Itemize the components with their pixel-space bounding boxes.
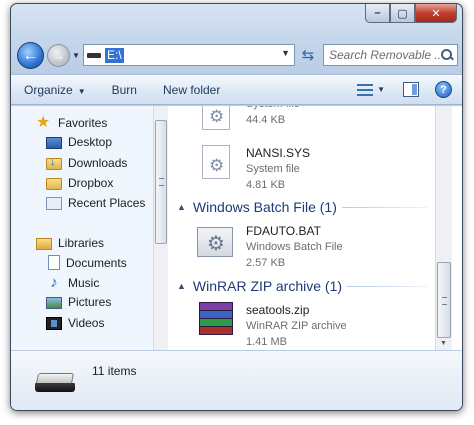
music-icon: ♪ — [50, 274, 58, 291]
sidebar-label: Recent Places — [68, 195, 146, 210]
drive-icon — [87, 52, 101, 58]
navigation-scrollbar-thumb[interactable] — [155, 120, 167, 244]
file-size: 4.81 KB — [246, 179, 286, 191]
desktop-icon — [46, 137, 62, 149]
sidebar-label: Downloads — [68, 155, 128, 170]
group-header[interactable]: ▲ Windows Batch File (1) — [169, 197, 435, 217]
file-list: System file 44.4 KB NANSI.SYS System fil… — [169, 106, 435, 350]
organize-button[interactable]: Organize ▼ — [24, 83, 86, 97]
sidebar-label: Videos — [68, 315, 105, 330]
sidebar-label: Pictures — [68, 295, 112, 309]
file-size: 1.41 MB — [246, 336, 287, 348]
sidebar-label: Dropbox — [68, 175, 114, 190]
sidebar-item-desktop[interactable]: Desktop — [46, 135, 112, 149]
search-box[interactable]: Search Removable ... — [323, 44, 458, 66]
file-name: seatools.zip — [246, 303, 310, 317]
details-pane: 11 items — [11, 350, 462, 410]
sidebar-label: Documents — [66, 255, 127, 270]
forward-button[interactable]: → — [47, 44, 70, 67]
sidebar-item-dropbox[interactable]: Dropbox — [46, 175, 113, 190]
sidebar-item-documents[interactable]: Documents — [46, 255, 127, 270]
libraries-icon — [36, 238, 52, 250]
sidebar-label: Music — [68, 276, 100, 290]
sidebar-item-videos[interactable]: Videos — [46, 315, 104, 330]
new-folder-button[interactable]: New folder — [163, 83, 220, 97]
search-input[interactable]: Search Removable ... — [329, 48, 441, 62]
pictures-icon — [46, 297, 62, 309]
view-options-dropdown[interactable]: ▼ — [377, 85, 385, 94]
group-divider — [341, 206, 427, 208]
sidebar-favorites[interactable]: ★ Favorites — [36, 115, 107, 131]
sidebar-libraries[interactable]: Libraries — [36, 235, 104, 250]
sidebar-item-downloads[interactable]: Downloads — [46, 155, 127, 170]
documents-icon — [48, 255, 60, 270]
back-button[interactable]: ← — [17, 42, 44, 69]
sidebar-item-pictures[interactable]: Pictures — [46, 295, 111, 309]
winrar-archive-icon — [197, 302, 235, 340]
file-item[interactable]: NANSI.SYS System file 4.81 KB — [197, 145, 310, 193]
group-divider — [347, 285, 427, 287]
system-file-icon — [197, 145, 235, 183]
file-type: Windows Batch File — [246, 241, 343, 253]
item-count: 11 items — [92, 364, 137, 378]
refresh-icon[interactable]: ⇆ — [299, 46, 317, 64]
help-icon[interactable]: ? — [435, 81, 452, 98]
removable-drive-icon — [35, 373, 75, 393]
sidebar-label: Libraries — [58, 235, 105, 250]
maximize-button[interactable]: ▢ — [390, 4, 415, 23]
file-name: NANSI.SYS — [246, 146, 311, 160]
close-button[interactable]: ✕ — [415, 4, 457, 23]
file-item[interactable]: FDAUTO.BAT Windows Batch File 2.57 KB — [197, 223, 343, 271]
file-name: FDAUTO.BAT — [246, 224, 321, 238]
organize-label: Organize — [24, 82, 73, 97]
group-header[interactable]: ▲ WinRAR ZIP archive (1) — [169, 276, 435, 296]
file-item[interactable]: System file 44.4 KB — [197, 106, 300, 134]
videos-icon — [46, 317, 62, 330]
collapse-chevron-icon[interactable]: ▲ — [177, 202, 186, 212]
group-title: Windows Batch File (1) — [192, 199, 337, 215]
navigation-bar: ← → ▼ E:\ ▼ ⇆ Search Removable ... — [17, 40, 458, 70]
preview-pane-icon[interactable] — [403, 82, 419, 97]
minimize-button[interactable]: – — [365, 4, 390, 23]
address-path[interactable]: E:\ — [105, 47, 124, 63]
caption-buttons: – ▢ ✕ — [365, 4, 457, 23]
explorer-body: ★ Favorites Desktop Downloads Dropbox Re… — [11, 106, 462, 350]
recent-pages-dropdown[interactable]: ▼ — [72, 51, 80, 60]
star-icon: ★ — [36, 114, 51, 131]
explorer-window: – ▢ ✕ ← → ▼ E:\ ▼ ⇆ Search Removable ...… — [10, 3, 463, 411]
group-title: WinRAR ZIP archive (1) — [192, 278, 343, 294]
command-bar: Organize ▼ Burn New folder ▼ ? — [11, 74, 462, 105]
file-type: System file — [246, 163, 300, 175]
collapse-chevron-icon[interactable]: ▲ — [177, 281, 186, 291]
sidebar-item-recent-places[interactable]: Recent Places — [46, 195, 145, 210]
sidebar-label: Favorites — [58, 116, 108, 130]
file-list-scrollbar[interactable]: ▼ — [435, 106, 452, 350]
file-item[interactable]: seatools.zip WinRAR ZIP archive 1.41 MB — [197, 302, 347, 350]
search-icon[interactable] — [441, 49, 453, 61]
chevron-down-icon: ▼ — [77, 86, 86, 96]
toolbar-right: ▼ ? — [357, 81, 452, 98]
address-bar[interactable]: E:\ ▼ — [83, 44, 295, 66]
address-dropdown-icon[interactable]: ▼ — [281, 48, 290, 58]
file-type: WinRAR ZIP archive — [246, 320, 347, 332]
file-size: 2.57 KB — [246, 257, 286, 269]
file-list-scrollbar-thumb[interactable] — [437, 262, 451, 338]
batch-file-icon — [197, 223, 235, 261]
sidebar-label: Desktop — [68, 135, 113, 149]
scroll-down-arrow-icon[interactable]: ▼ — [440, 340, 447, 347]
navigation-pane: ★ Favorites Desktop Downloads Dropbox Re… — [11, 106, 153, 350]
downloads-folder-icon — [46, 156, 62, 170]
navigation-scrollbar[interactable] — [153, 106, 168, 350]
burn-button[interactable]: Burn — [112, 83, 137, 97]
system-file-icon — [197, 106, 235, 134]
sidebar-item-music[interactable]: ♪ Music — [46, 275, 99, 291]
change-view-icon[interactable] — [357, 83, 374, 97]
recent-places-icon — [46, 197, 62, 210]
folder-icon — [46, 178, 62, 190]
file-size: 44.4 KB — [246, 114, 286, 126]
